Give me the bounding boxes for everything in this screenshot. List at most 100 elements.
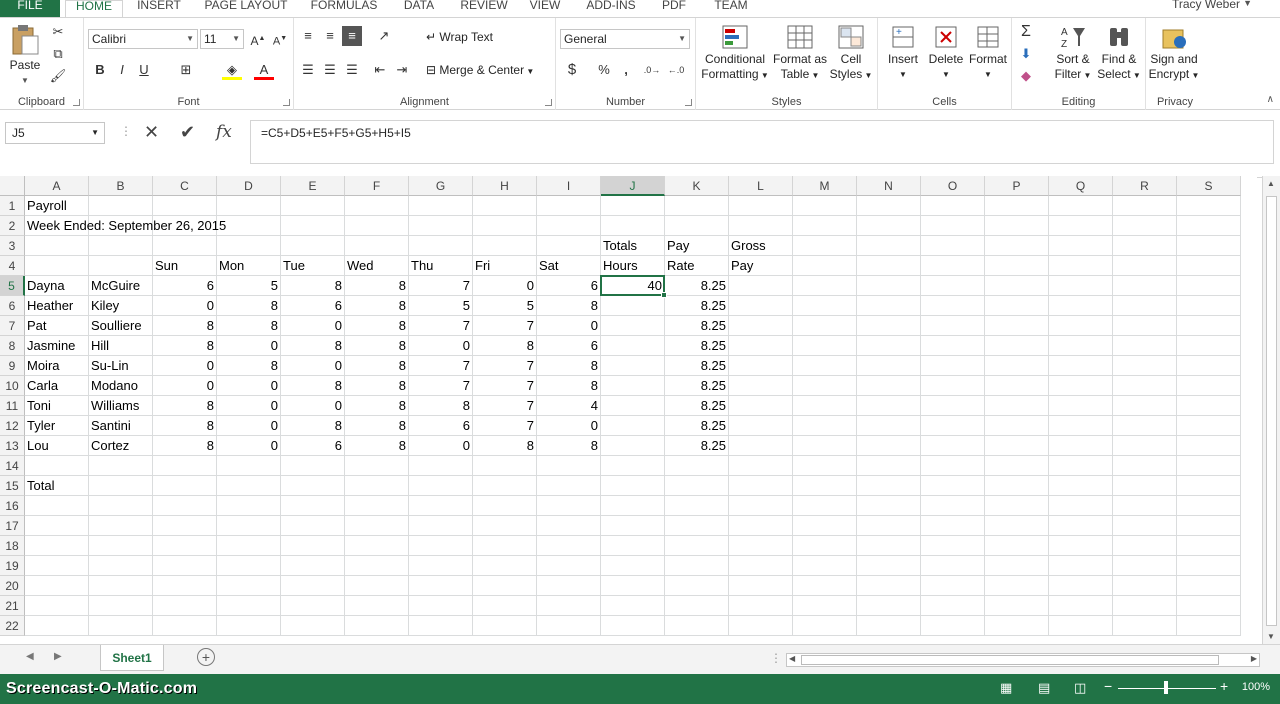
cell-c1[interactable] bbox=[153, 196, 217, 216]
column-header-h[interactable]: H bbox=[473, 176, 537, 196]
cell-d5[interactable]: 5 bbox=[217, 276, 281, 296]
cell-e3[interactable] bbox=[281, 236, 345, 256]
cell-q5[interactable] bbox=[1049, 276, 1113, 296]
cell-l8[interactable] bbox=[729, 336, 793, 356]
tab-insert[interactable]: INSERT bbox=[130, 0, 188, 17]
cell-k19[interactable] bbox=[665, 556, 729, 576]
cell-i12[interactable]: 0 bbox=[537, 416, 601, 436]
wrap-text-button[interactable]: ↵ Wrap Text bbox=[426, 30, 516, 45]
cell-r8[interactable] bbox=[1113, 336, 1177, 356]
align-left-icon[interactable]: ☰ bbox=[298, 60, 318, 80]
cell-o12[interactable] bbox=[921, 416, 985, 436]
number-launcher-icon[interactable] bbox=[685, 99, 692, 106]
cell-a5[interactable]: Dayna bbox=[25, 276, 89, 296]
cell-e1[interactable] bbox=[281, 196, 345, 216]
column-header-k[interactable]: K bbox=[665, 176, 729, 196]
row-header-3[interactable]: 3 bbox=[0, 236, 25, 256]
font-launcher-icon[interactable] bbox=[283, 99, 290, 106]
cell-j18[interactable] bbox=[601, 536, 665, 556]
cell-b5[interactable]: McGuire bbox=[89, 276, 153, 296]
cell-h7[interactable]: 7 bbox=[473, 316, 537, 336]
cell-g11[interactable]: 8 bbox=[409, 396, 473, 416]
cell-e5[interactable]: 8 bbox=[281, 276, 345, 296]
cell-a9[interactable]: Moira bbox=[25, 356, 89, 376]
cell-b16[interactable] bbox=[89, 496, 153, 516]
cell-r14[interactable] bbox=[1113, 456, 1177, 476]
page-layout-view-icon[interactable]: ▤ bbox=[1038, 680, 1050, 696]
cell-s8[interactable] bbox=[1177, 336, 1241, 356]
cell-j21[interactable] bbox=[601, 596, 665, 616]
cell-e4[interactable]: Tue bbox=[281, 256, 345, 276]
cell-r11[interactable] bbox=[1113, 396, 1177, 416]
cell-f18[interactable] bbox=[345, 536, 409, 556]
cell-k8[interactable]: 8.25 bbox=[665, 336, 729, 356]
cell-g1[interactable] bbox=[409, 196, 473, 216]
cell-s9[interactable] bbox=[1177, 356, 1241, 376]
cell-p7[interactable] bbox=[985, 316, 1049, 336]
cell-q16[interactable] bbox=[1049, 496, 1113, 516]
cell-r1[interactable] bbox=[1113, 196, 1177, 216]
cut-icon[interactable]: ✂ bbox=[48, 22, 68, 42]
cell-k9[interactable]: 8.25 bbox=[665, 356, 729, 376]
cell-s18[interactable] bbox=[1177, 536, 1241, 556]
cell-d3[interactable] bbox=[217, 236, 281, 256]
cell-h12[interactable]: 7 bbox=[473, 416, 537, 436]
cell-g10[interactable]: 7 bbox=[409, 376, 473, 396]
align-right-icon[interactable]: ☰ bbox=[342, 60, 362, 80]
cell-g12[interactable]: 6 bbox=[409, 416, 473, 436]
clear-icon[interactable]: ◆ bbox=[1016, 66, 1036, 86]
cell-i7[interactable]: 0 bbox=[537, 316, 601, 336]
cell-a4[interactable] bbox=[25, 256, 89, 276]
active-cell-outline[interactable] bbox=[600, 275, 665, 296]
cell-l12[interactable] bbox=[729, 416, 793, 436]
enter-icon[interactable]: ✔ bbox=[180, 122, 195, 143]
cell-g14[interactable] bbox=[409, 456, 473, 476]
cell-r7[interactable] bbox=[1113, 316, 1177, 336]
cell-s15[interactable] bbox=[1177, 476, 1241, 496]
percent-button[interactable]: % bbox=[594, 60, 614, 80]
cell-o6[interactable] bbox=[921, 296, 985, 316]
cell-n18[interactable] bbox=[857, 536, 921, 556]
row-header-21[interactable]: 21 bbox=[0, 596, 25, 616]
cell-j20[interactable] bbox=[601, 576, 665, 596]
insert-button[interactable]: + Insert ▼ bbox=[882, 24, 924, 82]
cell-m4[interactable] bbox=[793, 256, 857, 276]
cell-d1[interactable] bbox=[217, 196, 281, 216]
cell-l10[interactable] bbox=[729, 376, 793, 396]
row-header-15[interactable]: 15 bbox=[0, 476, 25, 496]
middle-align-icon[interactable]: ≡ bbox=[320, 26, 340, 46]
borders-icon[interactable]: ⊞ bbox=[176, 60, 196, 80]
insert-function-icon[interactable]: fx bbox=[216, 122, 232, 142]
cell-f22[interactable] bbox=[345, 616, 409, 636]
cell-f19[interactable] bbox=[345, 556, 409, 576]
cell-p14[interactable] bbox=[985, 456, 1049, 476]
row-header-22[interactable]: 22 bbox=[0, 616, 25, 636]
cell-l13[interactable] bbox=[729, 436, 793, 456]
cell-b18[interactable] bbox=[89, 536, 153, 556]
cell-k21[interactable] bbox=[665, 596, 729, 616]
cell-h22[interactable] bbox=[473, 616, 537, 636]
worksheet-grid[interactable]: A B C D E F G H I J K L M N O P Q R S 1 Payroll 2 Week Ended: … bbox=[0, 176, 1257, 644]
cell-q3[interactable] bbox=[1049, 236, 1113, 256]
cell-c9[interactable]: 0 bbox=[153, 356, 217, 376]
cell-o7[interactable] bbox=[921, 316, 985, 336]
cell-i19[interactable] bbox=[537, 556, 601, 576]
cell-k1[interactable] bbox=[665, 196, 729, 216]
clipboard-launcher-icon[interactable] bbox=[73, 99, 80, 106]
cell-c8[interactable]: 8 bbox=[153, 336, 217, 356]
cell-h8[interactable]: 8 bbox=[473, 336, 537, 356]
cell-m17[interactable] bbox=[793, 516, 857, 536]
cell-c3[interactable] bbox=[153, 236, 217, 256]
cell-q7[interactable] bbox=[1049, 316, 1113, 336]
cell-s16[interactable] bbox=[1177, 496, 1241, 516]
column-header-o[interactable]: O bbox=[921, 176, 985, 196]
cell-e19[interactable] bbox=[281, 556, 345, 576]
cell-h3[interactable] bbox=[473, 236, 537, 256]
cell-a17[interactable] bbox=[25, 516, 89, 536]
cell-q13[interactable] bbox=[1049, 436, 1113, 456]
cell-m18[interactable] bbox=[793, 536, 857, 556]
tab-pdf[interactable]: PDF bbox=[654, 0, 694, 17]
cell-d14[interactable] bbox=[217, 456, 281, 476]
zoom-out-icon[interactable]: − bbox=[1104, 678, 1112, 694]
cell-j13[interactable] bbox=[601, 436, 665, 456]
